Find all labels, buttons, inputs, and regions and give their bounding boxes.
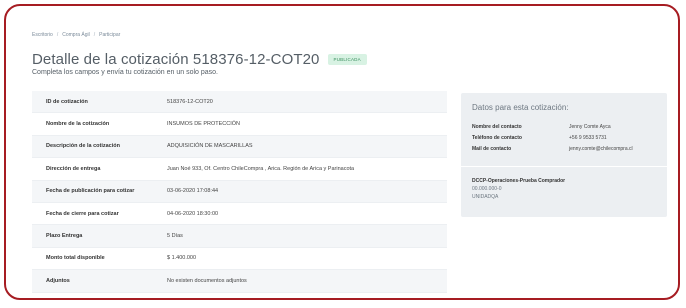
row-label: Nombre de la cotización [46, 121, 110, 128]
table-row: ID de cotización 518376-12-COT20 [32, 91, 447, 114]
row-value: INSUMOS DE PROTECCIÓN [167, 121, 241, 128]
row-label: Fecha de cierre para cotizar [46, 210, 119, 217]
contact-row: Mail de contacto jenny.comte@chilecompra… [472, 143, 658, 154]
contact-value: +56 9 9533 5731 [569, 134, 607, 141]
row-value: 518376-12-COT20 [167, 98, 213, 105]
buyer-info: DCCP-Operaciones-Prueba Comprador 00.000… [472, 177, 565, 201]
panel-title: Datos para esta cotización: [472, 103, 569, 112]
row-value: $ 1.400.000 [167, 255, 197, 262]
row-label: Plazo Entrega [46, 233, 83, 240]
contact-row: Nombre del contacto Jenny Comte Ayca [472, 121, 658, 132]
row-label: Fecha de publicación para cotizar [46, 188, 135, 195]
breadcrumb-participar[interactable]: Participar [99, 32, 120, 38]
breadcrumb: Escritorio / Compra Ágil / Participar [32, 32, 120, 38]
breadcrumb-compra-agil[interactable]: Compra Ágil [62, 32, 90, 38]
row-value: Juan Noé 933, Of. Centro ChileCompra , A… [167, 165, 355, 172]
contact-label: Teléfono de contacto [472, 134, 522, 141]
row-label: ID de cotización [46, 98, 88, 105]
row-value: 04-06-2020 18:30:00 [167, 210, 219, 217]
breadcrumb-separator: / [93, 32, 96, 38]
row-value: No existen documentos adjuntos [167, 277, 247, 284]
row-label: Descripción de la cotización [46, 143, 120, 150]
contact-label: Mail de contacto [472, 145, 512, 152]
table-row: Descripción de la cotización ADQUISICIÓN… [32, 135, 447, 159]
page-subtitle: Completa los campos y envía tu cotizació… [32, 69, 218, 76]
row-label: Monto total disponible [46, 255, 105, 262]
table-row: Fecha de cierre para cotizar 04-06-2020 … [32, 203, 447, 226]
contact-value: Jenny Comte Ayca [569, 123, 611, 130]
contact-label: Nombre del contacto [472, 123, 522, 130]
row-value: 5 Días [167, 233, 183, 240]
row-value: ADQUISICIÓN DE MASCARILLAS [167, 143, 253, 150]
table-row: Fecha de publicación para cotizar 03-06-… [32, 180, 447, 203]
page-title: Detalle de la cotización 518376-12-COT20 [32, 51, 320, 68]
table-row: Adjuntos No existen documentos adjuntos [32, 270, 447, 293]
table-row: Plazo Entrega 5 Días [32, 225, 447, 248]
row-value: 03-06-2020 17:08:44 [167, 188, 219, 195]
contact-row: Teléfono de contacto +56 9 9533 5731 [472, 132, 658, 143]
table-row: Monto total disponible $ 1.400.000 [32, 248, 447, 271]
panel-divider [461, 166, 667, 167]
details-table: ID de cotización 518376-12-COT20 Nombre … [32, 91, 447, 293]
contact-list: Nombre del contacto Jenny Comte Ayca Tel… [472, 121, 658, 154]
breadcrumb-escritorio[interactable]: Escritorio [32, 32, 53, 38]
buyer-name: DCCP-Operaciones-Prueba Comprador [472, 178, 566, 184]
row-label: Dirección de entrega [46, 165, 101, 172]
title-row: Detalle de la cotización 518376-12-COT20… [32, 51, 367, 68]
buyer-unit: UNIDADQA [472, 194, 499, 200]
breadcrumb-separator: / [56, 32, 59, 38]
quotation-info-panel: Datos para esta cotización: Nombre del c… [461, 93, 667, 217]
table-row: Dirección de entrega Juan Noé 933, Of. C… [32, 158, 447, 181]
contact-email[interactable]: jenny.comte@chilecompra.cl [569, 146, 633, 152]
status-badge: PUBLICADA [327, 54, 367, 65]
page-frame: Escritorio / Compra Ágil / Participar De… [4, 4, 680, 300]
buyer-rut: 00.000.000-0 [472, 186, 502, 192]
table-row: Nombre de la cotización INSUMOS DE PROTE… [32, 113, 447, 136]
row-label: Adjuntos [46, 277, 70, 284]
